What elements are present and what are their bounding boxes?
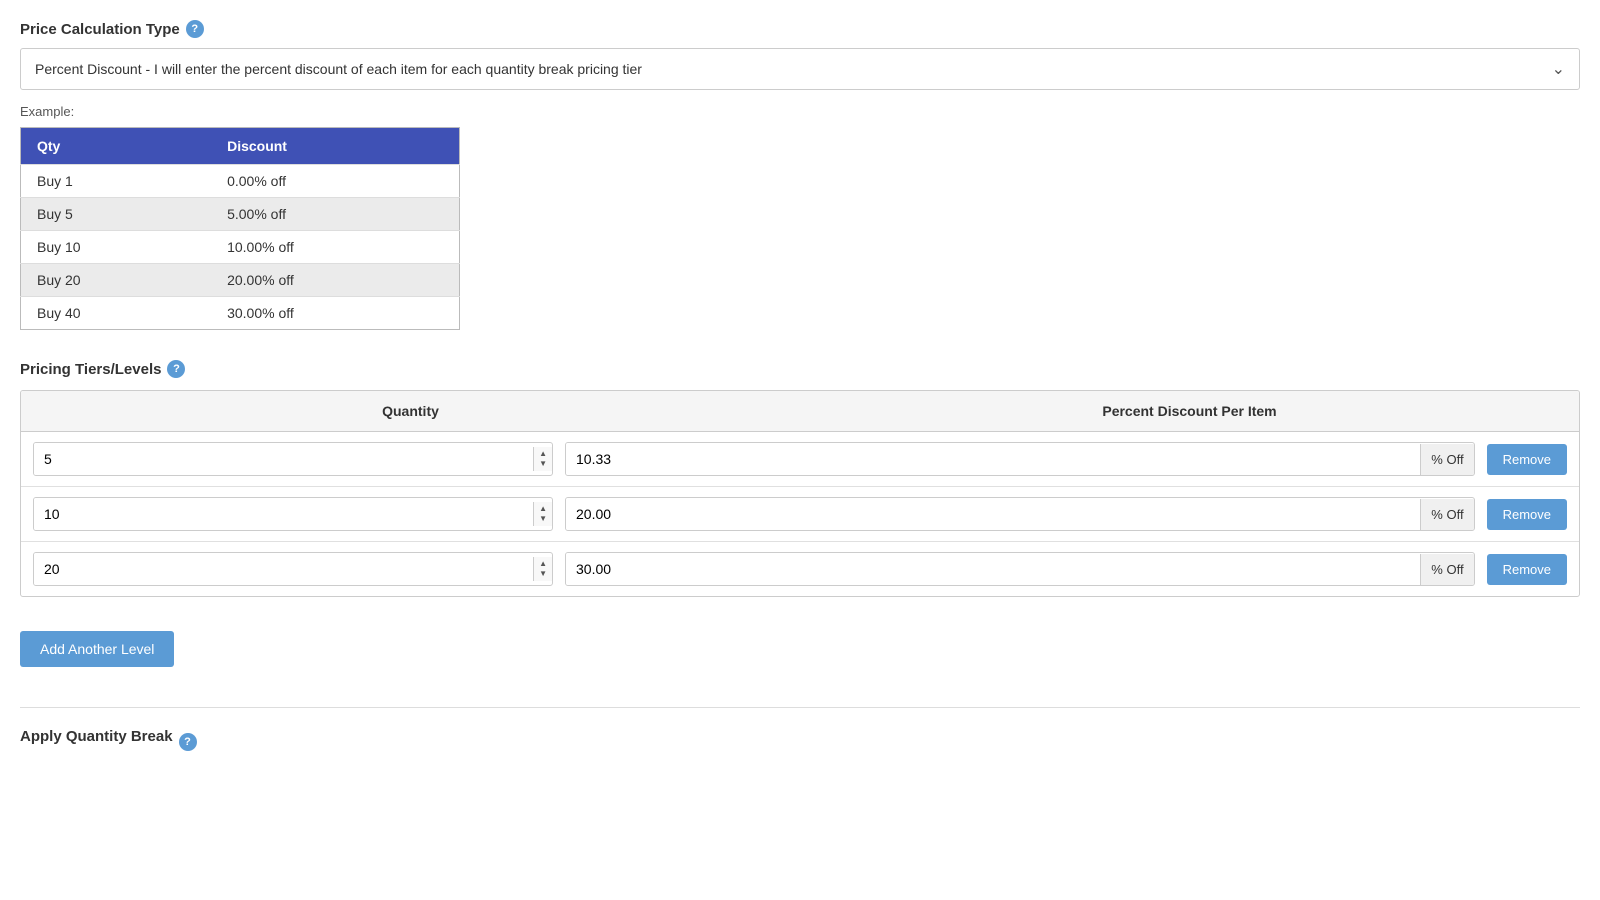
- discount-input-wrapper-2: % Off: [565, 552, 1475, 586]
- dropdown-selected-value: Percent Discount - I will enter the perc…: [35, 61, 642, 77]
- table-row: Buy 55.00% off: [21, 198, 460, 231]
- pricing-tiers-section: Pricing Tiers/Levels ? Quantity Percent …: [20, 360, 1580, 597]
- pct-off-label-0: % Off: [1420, 444, 1473, 475]
- qty-spinner-2[interactable]: ▲ ▼: [533, 557, 552, 581]
- pricing-table-header: Quantity Percent Discount Per Item: [21, 391, 1579, 432]
- qty-input-2[interactable]: [34, 553, 533, 585]
- remove-button-0[interactable]: Remove: [1487, 444, 1567, 475]
- pct-off-label-2: % Off: [1420, 554, 1473, 585]
- qty-spinner-1[interactable]: ▲ ▼: [533, 502, 552, 526]
- pricing-table-container: Quantity Percent Discount Per Item ▲ ▼ %…: [20, 390, 1580, 597]
- pct-off-label-1: % Off: [1420, 499, 1473, 530]
- apply-quantity-break-section: Apply Quantity Break ?: [20, 728, 1580, 755]
- price-calc-type-dropdown[interactable]: Percent Discount - I will enter the perc…: [20, 48, 1580, 90]
- example-table: Qty Discount Buy 10.00% offBuy 55.00% of…: [20, 127, 460, 330]
- qty-input-wrapper-0: ▲ ▼: [33, 442, 553, 476]
- example-table-header-discount: Discount: [211, 128, 459, 165]
- col-header-quantity: Quantity: [21, 403, 800, 419]
- pricing-tiers-title: Pricing Tiers/Levels ?: [20, 360, 1580, 378]
- example-table-header-qty: Qty: [21, 128, 212, 165]
- discount-input-1[interactable]: [566, 498, 1420, 530]
- discount-input-wrapper-1: % Off: [565, 497, 1475, 531]
- discount-input-wrapper-0: % Off: [565, 442, 1475, 476]
- remove-button-1[interactable]: Remove: [1487, 499, 1567, 530]
- qty-input-0[interactable]: [34, 443, 533, 475]
- price-calc-type-section-title: Price Calculation Type ?: [20, 20, 1580, 38]
- table-row: Buy 10.00% off: [21, 165, 460, 198]
- price-calc-type-label: Price Calculation Type: [20, 21, 180, 38]
- qty-input-wrapper-2: ▲ ▼: [33, 552, 553, 586]
- table-row: Buy 1010.00% off: [21, 231, 460, 264]
- section-divider: [20, 707, 1580, 708]
- pricing-row: ▲ ▼ % Off Remove: [21, 542, 1579, 596]
- discount-input-2[interactable]: [566, 553, 1420, 585]
- dropdown-arrow-icon: ⌄: [1552, 59, 1565, 79]
- qty-spinner-0[interactable]: ▲ ▼: [533, 447, 552, 471]
- remove-button-2[interactable]: Remove: [1487, 554, 1567, 585]
- apply-quantity-break-help-icon[interactable]: ?: [179, 733, 197, 751]
- col-header-discount: Percent Discount Per Item: [800, 403, 1579, 419]
- price-calc-type-help-icon[interactable]: ?: [186, 20, 204, 38]
- pricing-rows-container: ▲ ▼ % Off Remove ▲ ▼ % Off Remove: [21, 432, 1579, 596]
- add-another-level-button[interactable]: Add Another Level: [20, 631, 174, 667]
- example-label: Example:: [20, 104, 1580, 119]
- qty-input-wrapper-1: ▲ ▼: [33, 497, 553, 531]
- table-row: Buy 4030.00% off: [21, 297, 460, 330]
- table-row: Buy 2020.00% off: [21, 264, 460, 297]
- apply-quantity-break-label: Apply Quantity Break: [20, 728, 173, 745]
- pricing-tiers-help-icon[interactable]: ?: [167, 360, 185, 378]
- discount-input-0[interactable]: [566, 443, 1420, 475]
- pricing-tiers-label: Pricing Tiers/Levels: [20, 361, 161, 378]
- pricing-row: ▲ ▼ % Off Remove: [21, 487, 1579, 542]
- pricing-row: ▲ ▼ % Off Remove: [21, 432, 1579, 487]
- qty-input-1[interactable]: [34, 498, 533, 530]
